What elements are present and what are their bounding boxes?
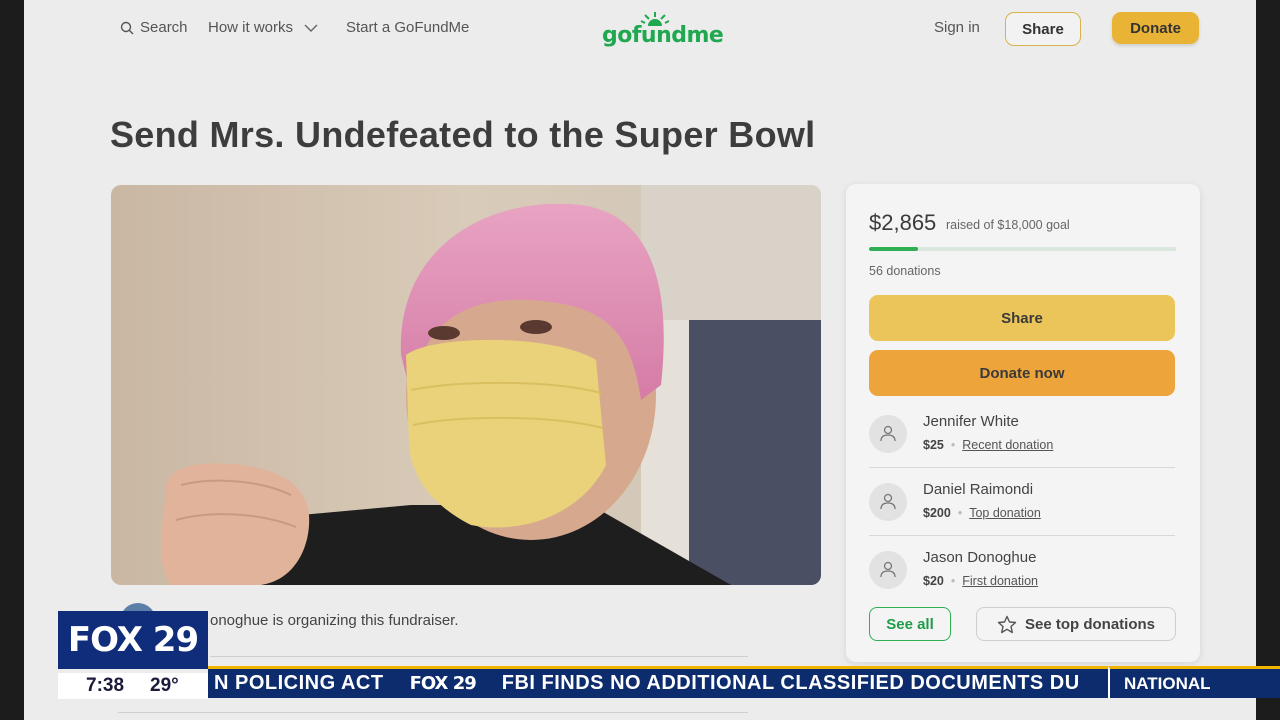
progress-bar bbox=[869, 247, 1176, 251]
donations-count: 56 donations bbox=[869, 264, 941, 278]
browser-screen: Search How it works Start a GoFundMe gof… bbox=[24, 0, 1256, 720]
donor-amount: $200 bbox=[923, 506, 951, 520]
donor-item: Daniel Raimondi $200 • Top donation bbox=[869, 479, 1175, 535]
donor-amount: $20 bbox=[923, 574, 944, 588]
gofundme-logo[interactable]: gofundme bbox=[602, 12, 724, 48]
see-top-donations-label: See top donations bbox=[1024, 615, 1155, 633]
donor-divider bbox=[869, 535, 1175, 536]
hand-heart-icon bbox=[880, 425, 896, 442]
goal-text: raised of $18,000 goal bbox=[946, 218, 1070, 232]
broadcast-time: 7:38 bbox=[86, 675, 125, 696]
donor-tag-link[interactable]: Top donation bbox=[969, 506, 1041, 520]
start-gofundme-label: Start a GoFundMe bbox=[346, 19, 470, 36]
donor-name: Jennifer White bbox=[923, 413, 1019, 430]
search-link[interactable]: Search bbox=[120, 19, 188, 36]
donor-amount: $25 bbox=[923, 438, 944, 452]
ticker-main-text: FBI FINDS NO ADDITIONAL CLASSIFIED DOCUM… bbox=[501, 672, 1080, 694]
chevron-down-icon bbox=[304, 24, 318, 32]
donor-item: Jason Donoghue $20 • First donation bbox=[869, 547, 1175, 603]
time-temp-bar: 7:38 29° bbox=[58, 673, 208, 699]
header-share-button[interactable]: Share bbox=[1005, 12, 1081, 46]
share-button[interactable]: Share bbox=[869, 295, 1175, 341]
news-ticker: N POLICING ACT FOX 29 FBI FINDS NO ADDIT… bbox=[208, 666, 1108, 698]
ticker-fox-logo: FOX 29 bbox=[409, 673, 477, 694]
search-icon bbox=[120, 21, 134, 34]
amount-raised: $2,865 bbox=[869, 210, 937, 235]
hand-heart-icon bbox=[880, 493, 896, 510]
star-icon bbox=[997, 615, 1017, 633]
see-all-button[interactable]: See all bbox=[869, 607, 951, 641]
donor-item: Jennifer White $25 • Recent donation bbox=[869, 411, 1175, 467]
donor-name: Jason Donoghue bbox=[923, 549, 1037, 566]
header-donate-button[interactable]: Donate bbox=[1112, 12, 1199, 44]
sign-in-link[interactable]: Sign in bbox=[934, 19, 980, 36]
campaign-photo[interactable] bbox=[111, 185, 821, 585]
ticker-category: NATIONAL bbox=[1108, 666, 1280, 698]
organizer-text: onoghue is organizing this fundraiser. bbox=[210, 612, 459, 629]
donor-meta: $20 • First donation bbox=[923, 574, 1038, 588]
sign-in-label: Sign in bbox=[934, 19, 980, 36]
header-share-label: Share bbox=[1022, 20, 1064, 38]
broadcast-temp: 29° bbox=[150, 675, 179, 696]
fox29-bug: FOX 29 7:38 29° bbox=[58, 611, 208, 699]
header-donate-label: Donate bbox=[1130, 19, 1181, 37]
search-label: Search bbox=[140, 19, 188, 36]
donation-card: $2,865 raised of $18,000 goal 56 donatio… bbox=[846, 184, 1200, 662]
divider bbox=[210, 656, 748, 657]
donor-meta: $25 • Recent donation bbox=[923, 438, 1054, 452]
see-all-label: See all bbox=[886, 615, 934, 633]
donor-divider bbox=[869, 467, 1175, 468]
campaign-title: Send Mrs. Undefeated to the Super Bowl bbox=[110, 114, 816, 155]
donor-avatar bbox=[869, 551, 907, 589]
logo-text: gofundme bbox=[602, 23, 724, 48]
see-top-donations-button[interactable]: See top donations bbox=[976, 607, 1176, 641]
divider bbox=[118, 712, 748, 713]
donor-name: Daniel Raimondi bbox=[923, 481, 1034, 498]
campaign-photo-image bbox=[111, 185, 821, 585]
how-it-works-label: How it works bbox=[208, 19, 294, 36]
share-button-label: Share bbox=[1001, 309, 1043, 327]
start-gofundme-link[interactable]: Start a GoFundMe bbox=[346, 19, 469, 36]
donor-avatar bbox=[869, 483, 907, 521]
donor-tag-link[interactable]: First donation bbox=[962, 574, 1038, 588]
donate-now-button[interactable]: Donate now bbox=[869, 350, 1175, 396]
donor-avatar bbox=[869, 415, 907, 453]
donate-now-label: Donate now bbox=[979, 364, 1065, 382]
donor-meta: $200 • Top donation bbox=[923, 506, 1041, 520]
hand-heart-icon bbox=[880, 561, 896, 578]
progress-bar-fill bbox=[869, 247, 918, 251]
ticker-left-text: N POLICING ACT bbox=[214, 672, 384, 694]
fox29-logo: FOX 29 bbox=[58, 611, 208, 669]
donor-tag-link[interactable]: Recent donation bbox=[962, 438, 1053, 452]
how-it-works-menu[interactable]: How it works bbox=[208, 19, 319, 36]
